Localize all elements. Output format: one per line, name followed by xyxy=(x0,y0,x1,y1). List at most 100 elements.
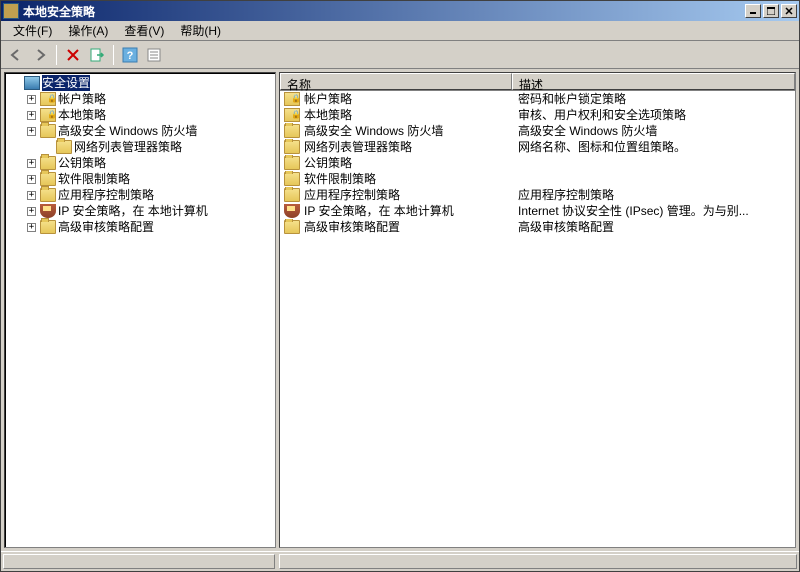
shield-icon xyxy=(284,204,300,218)
menubar: 文件(F) 操作(A) 查看(V) 帮助(H) xyxy=(1,21,799,41)
menu-action[interactable]: 操作(A) xyxy=(60,20,116,41)
statusbar xyxy=(1,551,799,571)
folder-icon xyxy=(56,140,72,154)
status-cell-left xyxy=(3,554,275,569)
svg-text:?: ? xyxy=(127,50,134,62)
maximize-button[interactable] xyxy=(763,4,779,18)
expand-icon[interactable]: + xyxy=(27,95,36,104)
tree-item[interactable]: 网络列表管理器策略 xyxy=(5,139,275,155)
expand-icon[interactable]: + xyxy=(27,191,36,200)
list-row[interactable]: 高级审核策略配置高级审核策略配置 xyxy=(280,219,795,235)
folder-icon xyxy=(40,156,56,170)
expand-icon[interactable]: + xyxy=(27,111,36,120)
expand-icon[interactable]: + xyxy=(27,127,36,136)
row-desc: 审核、用户权利和安全选项策略 xyxy=(512,107,795,123)
toolbar-separator xyxy=(113,45,114,65)
tree-root-label: 安全设置 xyxy=(42,75,90,91)
row-name: 高级安全 Windows 防火墙 xyxy=(304,123,443,139)
row-desc: 网络名称、图标和位置组策略。 xyxy=(512,139,795,155)
cell-name: 网络列表管理器策略 xyxy=(280,139,512,155)
cell-name: 应用程序控制策略 xyxy=(280,187,512,203)
list-row[interactable]: 公钥策略 xyxy=(280,155,795,171)
tree-item[interactable]: +IP 安全策略，在 本地计算机 xyxy=(5,203,275,219)
menu-file[interactable]: 文件(F) xyxy=(5,20,60,41)
row-desc: 高级安全 Windows 防火墙 xyxy=(512,123,795,139)
tree-item-label: 高级安全 Windows 防火墙 xyxy=(58,123,197,139)
expand-icon[interactable]: + xyxy=(27,207,36,216)
row-name: 本地策略 xyxy=(304,107,352,123)
folder-icon xyxy=(284,172,300,186)
column-header-desc[interactable]: 描述 xyxy=(512,73,795,90)
cell-name: IP 安全策略，在 本地计算机 xyxy=(280,203,512,219)
folder-icon xyxy=(284,220,300,234)
folder-lock-icon xyxy=(284,92,300,106)
window-controls xyxy=(743,4,797,18)
tree-item[interactable]: + 软件限制策略 xyxy=(5,171,275,187)
list-body: 帐户策略密码和帐户锁定策略本地策略审核、用户权利和安全选项策略高级安全 Wind… xyxy=(280,91,795,547)
tree-item-label: 公钥策略 xyxy=(58,155,106,171)
cell-name: 帐户策略 xyxy=(280,91,512,107)
list-header: 名称 描述 xyxy=(280,73,795,91)
titlebar: 本地安全策略 xyxy=(1,1,799,21)
list-row[interactable]: 本地策略 审核、用户权利和安全选项策略 xyxy=(280,107,795,123)
folder-icon xyxy=(284,140,300,154)
row-name: 帐户策略 xyxy=(304,91,352,107)
list-row[interactable]: 网络列表管理器策略网络名称、图标和位置组策略。 xyxy=(280,139,795,155)
app-icon xyxy=(3,3,19,19)
expand-icon[interactable]: + xyxy=(27,159,36,168)
tree-item-label: 高级审核策略配置 xyxy=(58,219,154,235)
tree-panel: 安全设置 + 帐户策略 + 本地策略 + 高级安全 Windows 防火墙网络列表管理器策… xyxy=(4,72,276,548)
spacer xyxy=(43,143,52,152)
folder-icon xyxy=(40,188,56,202)
content-body: 安全设置 +帐户策略+本地策略+高级安全 Windows 防火墙网络列表管理器策… xyxy=(1,69,799,551)
tree-item[interactable]: + 帐户策略 xyxy=(5,91,275,107)
list-row[interactable]: 高级安全 Windows 防火墙 高级安全 Windows 防火墙 xyxy=(280,123,795,139)
security-settings-icon xyxy=(24,76,40,90)
app-window: 本地安全策略 文件(F) 操作(A) 查看(V) 帮助(H) ? 安全设置 xyxy=(0,0,800,572)
minimize-button[interactable] xyxy=(745,4,761,18)
list-panel: 名称 描述 帐户策略密码和帐户锁定策略本地策略审核、用户权利和安全选项策略高级安… xyxy=(279,72,796,548)
forward-button[interactable] xyxy=(29,44,51,66)
delete-button[interactable] xyxy=(62,44,84,66)
folder-icon xyxy=(40,124,56,138)
folder-lock-icon xyxy=(40,108,56,122)
toolbar-separator xyxy=(56,45,57,65)
cell-name: 软件限制策略 xyxy=(280,171,512,187)
folder-lock-icon xyxy=(40,92,56,106)
list-row[interactable]: 应用程序控制策略应用程序控制策略 xyxy=(280,187,795,203)
column-header-name[interactable]: 名称 xyxy=(280,73,512,90)
cell-name: 高级审核策略配置 xyxy=(280,219,512,235)
tree-item-label: 本地策略 xyxy=(58,107,106,123)
tree-item-label: 软件限制策略 xyxy=(58,171,130,187)
folder-lock-icon xyxy=(284,108,300,122)
tree-item[interactable]: + 本地策略 xyxy=(5,107,275,123)
tree-item[interactable]: +应用程序控制策略 xyxy=(5,187,275,203)
cell-name: 高级安全 Windows 防火墙 xyxy=(280,123,512,139)
folder-icon xyxy=(284,124,300,138)
folder-icon xyxy=(284,156,300,170)
tree-item[interactable]: + 公钥策略 xyxy=(5,155,275,171)
help-button[interactable]: ? xyxy=(119,44,141,66)
export-button[interactable] xyxy=(86,44,108,66)
tree-item[interactable]: + 高级安全 Windows 防火墙 xyxy=(5,123,275,139)
window-title: 本地安全策略 xyxy=(23,3,743,20)
tree-item-label: 网络列表管理器策略 xyxy=(74,139,182,155)
folder-icon xyxy=(40,220,56,234)
close-button[interactable] xyxy=(781,4,797,18)
toolbar: ? xyxy=(1,41,799,69)
menu-help[interactable]: 帮助(H) xyxy=(172,20,229,41)
expand-icon[interactable]: + xyxy=(27,175,36,184)
list-row[interactable]: 帐户策略密码和帐户锁定策略 xyxy=(280,91,795,107)
tree-item-label: 帐户策略 xyxy=(58,91,106,107)
list-row[interactable]: IP 安全策略，在 本地计算机Internet 协议安全性 (IPsec) 管理… xyxy=(280,203,795,219)
list-row[interactable]: 软件限制策略 xyxy=(280,171,795,187)
spacer xyxy=(11,79,20,88)
menu-view[interactable]: 查看(V) xyxy=(116,20,172,41)
back-button[interactable] xyxy=(5,44,27,66)
tree-root[interactable]: 安全设置 xyxy=(5,75,275,91)
status-cell-right xyxy=(279,554,797,569)
properties-button[interactable] xyxy=(143,44,165,66)
expand-icon[interactable]: + xyxy=(27,223,36,232)
row-name: 软件限制策略 xyxy=(304,171,376,187)
tree-item[interactable]: + 高级审核策略配置 xyxy=(5,219,275,235)
